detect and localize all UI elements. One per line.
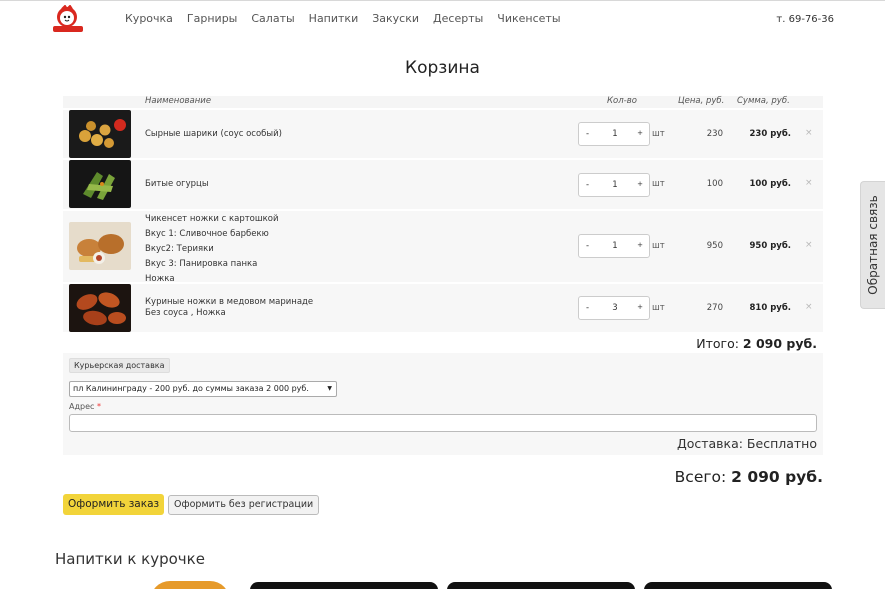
item-price: 100	[706, 179, 723, 189]
cart-table: Наименование Кол-во Цена, руб. Сумма, ру…	[63, 96, 823, 351]
item-name-line: Чикенсет ножки с картошкой	[145, 214, 279, 224]
qty-minus-button[interactable]: -	[586, 241, 589, 251]
item-price: 270	[706, 303, 723, 313]
remove-item-icon[interactable]: ×	[805, 240, 813, 250]
product-image	[69, 110, 131, 158]
qty-unit: шт	[652, 241, 665, 251]
item-name: Куриные ножки в медовом маринаде Без соу…	[145, 297, 313, 319]
col-sum-header: Сумма, руб.	[737, 96, 790, 106]
total-label: Итого:	[696, 336, 739, 351]
drinks-section-title: Напитки к курочке	[55, 550, 205, 568]
delivery-cost: Доставка: Бесплатно	[676, 436, 817, 451]
feedback-label: Обратная связь	[866, 195, 880, 295]
item-name: Сырные шарики (соус особый)	[145, 129, 282, 139]
col-price-header: Цена, руб.	[678, 96, 725, 106]
nav-item-garniry[interactable]: Гарниры	[187, 12, 237, 25]
product-card-image[interactable]	[150, 581, 230, 589]
nav-item-deserty[interactable]: Десерты	[433, 12, 483, 25]
phone-number[interactable]: т. 69-76-36	[776, 14, 834, 25]
qty-unit: шт	[652, 129, 665, 139]
address-input[interactable]	[69, 414, 817, 432]
item-price: 230	[706, 129, 723, 139]
delivery-method-button[interactable]: Курьерская доставка	[69, 358, 170, 373]
item-option-line: Без соуса , Ножка	[145, 308, 226, 318]
delivery-zone-value: пл Калининграду - 200 руб. до суммы зака…	[73, 384, 309, 393]
product-card[interactable]	[447, 582, 635, 589]
cart-row: Чикенсет ножки с картошкой Вкус 1: Сливо…	[63, 211, 823, 284]
address-label: Адрес *	[69, 402, 101, 411]
nav-item-zakuski[interactable]: Закуски	[372, 12, 419, 25]
quantity-stepper: - 1 +	[578, 234, 650, 258]
top-border	[0, 0, 885, 1]
qty-unit: шт	[652, 303, 665, 313]
item-sum: 230 руб.	[749, 129, 792, 139]
item-option-line: Вкус 3: Панировка панка	[145, 259, 258, 269]
cart-row: Битые огурцы - 1 + шт 100 100 руб. ×	[63, 160, 823, 209]
item-sum: 810 руб.	[749, 303, 792, 313]
guest-checkout-button[interactable]: Оформить без регистрации	[168, 495, 320, 515]
delivery-zone-select[interactable]: пл Калининграду - 200 руб. до суммы зака…	[69, 381, 337, 397]
col-qty-header: Кол-во	[607, 96, 637, 106]
qty-unit: шт	[652, 179, 665, 189]
feedback-tab[interactable]: Обратная связь	[860, 181, 885, 309]
qty-minus-button[interactable]: -	[586, 303, 589, 313]
nav-item-salaty[interactable]: Салаты	[251, 12, 294, 25]
nav-item-napitki[interactable]: Напитки	[309, 12, 359, 25]
product-image	[69, 284, 131, 332]
qty-minus-button[interactable]: -	[586, 129, 589, 139]
qty-value[interactable]: 1	[609, 180, 621, 190]
item-sum: 950 руб.	[749, 241, 792, 251]
item-name: Чикенсет ножки с картошкой Вкус 1: Сливо…	[145, 212, 279, 287]
cart-total: Итого: 2 090 руб.	[696, 336, 817, 351]
qty-plus-button[interactable]: +	[637, 180, 643, 188]
grand-total: Всего: 2 090 руб.	[675, 468, 823, 486]
item-name-line: Куриные ножки в медовом маринаде	[145, 297, 314, 307]
product-image	[69, 222, 131, 270]
product-card[interactable]	[644, 582, 832, 589]
delivery-section: Курьерская доставка пл Калининграду - 20…	[63, 353, 823, 455]
qty-value[interactable]: 1	[609, 129, 621, 139]
qty-plus-button[interactable]: +	[637, 303, 643, 311]
item-sum: 100 руб.	[749, 179, 792, 189]
main-nav: Курочка Гарниры Салаты Напитки Закуски Д…	[125, 12, 561, 25]
item-option-line: Вкус 1: Сливочное барбекю	[145, 229, 269, 239]
dropdown-caret-icon: ▼	[327, 385, 332, 392]
cart-row: Куриные ножки в медовом маринаде Без соу…	[63, 284, 823, 332]
address-label-text: Адрес	[69, 402, 95, 411]
nav-item-chikensety[interactable]: Чикенсеты	[497, 12, 560, 25]
cart-header: Наименование Кол-во Цена, руб. Сумма, ру…	[63, 96, 823, 108]
quantity-stepper: - 1 +	[578, 173, 650, 197]
qty-value[interactable]: 1	[609, 241, 621, 251]
grand-total-value: 2 090 руб.	[731, 468, 823, 486]
qty-plus-button[interactable]: +	[637, 241, 643, 249]
col-name-header: Наименование	[145, 96, 212, 106]
product-image	[69, 160, 131, 208]
quantity-stepper: - 1 +	[578, 122, 650, 146]
logo-icon[interactable]	[52, 4, 84, 33]
qty-minus-button[interactable]: -	[586, 180, 589, 190]
page-title: Корзина	[405, 58, 480, 78]
required-mark: *	[96, 402, 101, 411]
remove-item-icon[interactable]: ×	[805, 178, 813, 188]
quantity-stepper: - 3 +	[578, 296, 650, 320]
grand-total-label: Всего:	[674, 468, 727, 486]
item-price: 950	[706, 241, 723, 251]
product-card[interactable]	[250, 582, 438, 589]
total-value: 2 090 руб.	[742, 336, 817, 351]
qty-plus-button[interactable]: +	[637, 129, 643, 137]
qty-value[interactable]: 3	[609, 303, 621, 313]
remove-item-icon[interactable]: ×	[805, 128, 813, 138]
item-option-line: Вкус2: Терияки	[145, 244, 214, 254]
remove-item-icon[interactable]: ×	[805, 302, 813, 312]
nav-item-kurochka[interactable]: Курочка	[125, 12, 173, 25]
place-order-button[interactable]: Оформить заказ	[63, 494, 165, 515]
cart-row: Сырные шарики (соус особый) - 1 + шт 230…	[63, 110, 823, 158]
item-name: Битые огурцы	[145, 179, 209, 189]
